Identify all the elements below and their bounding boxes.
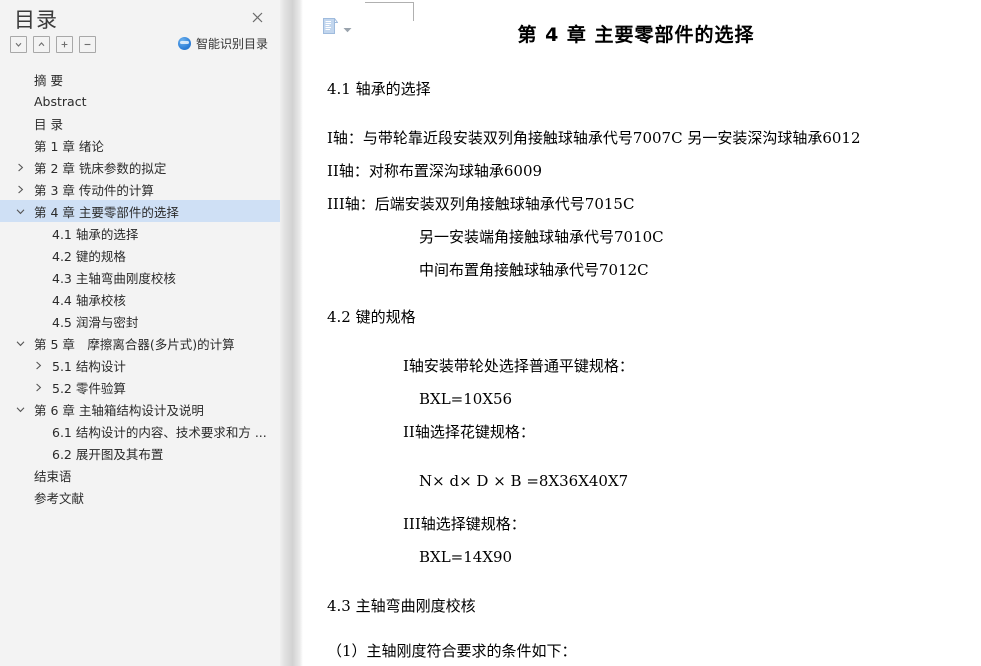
toc-item-label: 结束语 — [34, 468, 72, 484]
toc-item-label: 6.2 展开图及其布置 — [52, 446, 164, 462]
toc-item[interactable]: 参考文献 — [0, 486, 280, 508]
chevron-right-icon[interactable] — [32, 381, 44, 393]
toc-item[interactable]: 第 3 章 传动件的计算 — [0, 178, 280, 200]
document-canvas[interactable]: 第 4 章 主要零部件的选择 4.1 轴承的选择 I轴：与带轮靠近段安装双列角接触… — [303, 0, 981, 666]
chevron-right-icon[interactable] — [14, 161, 26, 173]
paragraph: BXL=14X90 — [419, 548, 513, 566]
panel-separator — [280, 0, 303, 666]
toc-item[interactable]: 第 5 章 摩擦离合器(多片式)的计算 — [0, 332, 280, 354]
toc-item-label: 第 4 章 主要零部件的选择 — [34, 204, 179, 220]
toc-item-label: 6.1 结构设计的内容、技术要求和方 ... — [52, 424, 267, 440]
toc-item[interactable]: 4.2 键的规格 — [0, 244, 280, 266]
document-body: 第 4 章 主要零部件的选择 4.1 轴承的选择 I轴：与带轮靠近段安装双列角接触… — [303, 0, 981, 666]
toc-item-list[interactable]: 摘 要 Abstract 目 录第 1 章 绪论第 2 章 铣床参数的拟定第 3 章… — [0, 68, 280, 666]
toc-item-label: Abstract — [34, 93, 87, 109]
chevron-right-icon[interactable] — [32, 359, 44, 371]
paragraph: 另一安装端角接触球轴承代号7010C — [419, 228, 664, 246]
ai-circle-icon — [177, 37, 191, 50]
toc-item-label: 5.1 结构设计 — [52, 358, 126, 374]
toc-item[interactable]: 4.3 主轴弯曲刚度校核 — [0, 266, 280, 288]
chevron-right-icon[interactable] — [14, 183, 26, 195]
toc-item[interactable]: 5.1 结构设计 — [0, 354, 280, 376]
chevron-down-icon — [14, 40, 23, 49]
toc-item[interactable]: 4.1 轴承的选择 — [0, 222, 280, 244]
chevron-down-icon[interactable] — [14, 337, 26, 349]
toc-item[interactable]: 4.5 润滑与密封 — [0, 310, 280, 332]
toc-toolbar: 智能识别目录 — [0, 30, 280, 58]
minus-icon — [83, 40, 92, 49]
close-button[interactable] — [246, 6, 268, 28]
collapse-down-button[interactable] — [10, 35, 27, 53]
expand-all-button[interactable] — [56, 35, 73, 53]
toc-item-label: 第 5 章 摩擦离合器(多片式)的计算 — [34, 336, 235, 352]
paragraph: II轴：对称布置深沟球轴承6009 — [327, 162, 543, 180]
toc-item-label: 参考文献 — [34, 490, 85, 506]
toc-header: 目录 — [0, 0, 280, 32]
toc-item-label: 4.3 主轴弯曲刚度校核 — [52, 270, 176, 286]
toc-item[interactable]: 第 1 章 绪论 — [0, 134, 280, 156]
toc-item[interactable]: 6.1 结构设计的内容、技术要求和方 ... — [0, 420, 280, 442]
toc-item[interactable]: 第 4 章 主要零部件的选择 — [0, 200, 280, 222]
toc-item-label: 4.5 润滑与密封 — [52, 314, 139, 330]
smart-recognize-toc-button[interactable]: 智能识别目录 — [174, 33, 272, 54]
plus-icon — [60, 40, 69, 49]
toc-item-label: 目 录 — [34, 116, 63, 132]
section-heading: 4.2 键的规格 — [327, 308, 416, 326]
toc-item-label: 5.2 零件验算 — [52, 380, 126, 396]
collapse-up-button[interactable] — [33, 35, 50, 53]
close-icon — [251, 11, 264, 24]
toc-item-label: 4.4 轴承校核 — [52, 292, 126, 308]
chevron-down-icon[interactable] — [14, 403, 26, 415]
section-heading: 4.3 主轴弯曲刚度校核 — [327, 597, 476, 615]
toc-item-label: 摘 要 — [34, 72, 63, 88]
document-paragraphs: 4.1 轴承的选择 I轴：与带轮靠近段安装双列角接触球轴承代号7007C 另一安装… — [303, 47, 969, 666]
paragraph: III轴：后端安装双列角接触球轴承代号7015C — [327, 195, 635, 213]
paragraph: BXL=10X56 — [419, 390, 513, 408]
toc-item[interactable]: 4.4 轴承校核 — [0, 288, 280, 310]
document-heading: 第 4 章 主要零部件的选择 — [517, 24, 755, 46]
toc-panel: 目录 智能识别目录 摘 要 Abstract 目 录 第 1 章 绪论 第 2 … — [0, 0, 280, 666]
section-heading: 4.1 轴承的选择 — [327, 80, 431, 98]
toc-item-label: 4.2 键的规格 — [52, 248, 126, 264]
toc-item[interactable]: 目 录 — [0, 112, 280, 134]
toc-item[interactable]: 5.2 零件验算 — [0, 376, 280, 398]
smart-recognize-toc-label: 智能识别目录 — [195, 37, 268, 51]
paragraph: I轴安装带轮处选择普通平键规格： — [403, 357, 634, 375]
paragraph: III轴选择键规格： — [403, 515, 526, 533]
toc-item-label: 第 1 章 绪论 — [34, 138, 104, 154]
toc-item[interactable]: 摘 要 — [0, 68, 280, 90]
paragraph: （1）主轴刚度符合要求的条件如下： — [327, 642, 577, 660]
toc-item-label: 4.1 轴承的选择 — [52, 226, 139, 242]
paragraph: 中间布置角接触球轴承代号7012C — [419, 261, 649, 279]
paragraph: II轴选择花键规格： — [403, 423, 535, 441]
toc-item[interactable]: Abstract — [0, 90, 280, 112]
toc-item-label: 第 6 章 主轴箱结构设计及说明 — [34, 402, 204, 418]
chevron-down-icon[interactable] — [14, 205, 26, 217]
word-processor-window: 目录 智能识别目录 摘 要 Abstract 目 录 第 1 章 绪论 第 2 … — [0, 0, 981, 666]
collapse-all-button[interactable] — [79, 35, 96, 53]
chevron-up-icon — [37, 40, 46, 49]
toc-item[interactable]: 第 2 章 铣床参数的拟定 — [0, 156, 280, 178]
paragraph: I轴：与带轮靠近段安装双列角接触球轴承代号7007C 另一安装深沟球轴承6012 — [327, 129, 861, 147]
toc-item[interactable]: 结束语 — [0, 464, 280, 486]
toc-item[interactable]: 6.2 展开图及其布置 — [0, 442, 280, 464]
paragraph: N× d× D × B =8X36X40X7 — [419, 472, 629, 490]
toc-item[interactable]: 第 6 章 主轴箱结构设计及说明 — [0, 398, 280, 420]
